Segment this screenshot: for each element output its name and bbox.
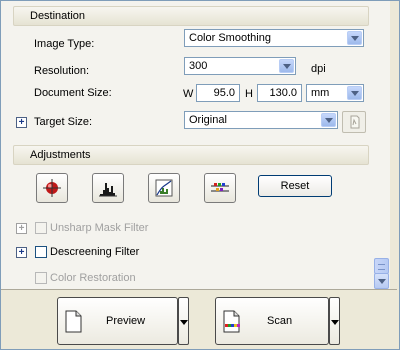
resolution-unit: dpi [311, 63, 326, 75]
unit-select[interactable]: mm [306, 84, 364, 102]
adjustments-header-label: Adjustments [30, 149, 91, 161]
scan-dropdown-button[interactable] [329, 297, 340, 345]
color-palette-icon [211, 183, 229, 192]
auto-exposure-icon [43, 179, 61, 197]
color-restoration-checkbox[interactable] [35, 272, 47, 284]
resolution-select[interactable]: 300 [184, 57, 296, 75]
target-size-select[interactable]: Original [184, 111, 338, 129]
descreening-checkbox[interactable] [35, 246, 47, 258]
image-type-value: Color Smoothing [189, 32, 271, 44]
resolution-label: Resolution: [34, 65, 90, 77]
scan-label: Scan [267, 315, 293, 327]
preview-label: Preview [106, 315, 146, 327]
expand-descreening-button[interactable]: + [16, 247, 27, 258]
document-icon [65, 310, 82, 333]
target-size-label: Target Size: [34, 116, 93, 128]
chevron-down-icon [279, 59, 294, 73]
orientation-icon [350, 115, 360, 129]
orientation-button[interactable] [342, 111, 366, 133]
image-type-select[interactable]: Color Smoothing [184, 29, 364, 47]
document-size-label: Document Size: [34, 87, 112, 99]
tone-curve-icon [155, 179, 173, 197]
chevron-down-icon [347, 86, 362, 100]
reset-button[interactable]: Reset [258, 175, 332, 197]
color-palette-button[interactable] [204, 173, 236, 203]
expand-unsharp-mask-button[interactable]: + [16, 223, 27, 234]
descreening-label: Descreening Filter [50, 246, 140, 258]
destination-header[interactable]: Destination [13, 6, 369, 26]
histogram-adjustment-button[interactable] [92, 173, 124, 203]
tone-correction-button[interactable] [148, 173, 180, 203]
width-label: W [183, 88, 194, 100]
preview-button[interactable]: Preview [57, 297, 178, 345]
chevron-down-icon [321, 113, 336, 127]
unit-value: mm [311, 87, 330, 99]
expand-target-size-button[interactable]: + [16, 117, 27, 128]
height-label: H [245, 88, 253, 100]
resolution-value: 300 [189, 60, 208, 72]
histogram-icon [99, 183, 117, 197]
height-input[interactable]: 130.0 [257, 84, 302, 102]
destination-header-label: Destination [30, 10, 86, 22]
scrollbar-thumb[interactable] [374, 258, 389, 274]
width-input[interactable]: 95.0 [196, 84, 240, 102]
chevron-down-icon [347, 31, 362, 45]
settings-panel: Destination Image Type: Color Smoothing … [1, 1, 373, 289]
scroll-down-button[interactable] [374, 273, 389, 289]
auto-exposure-button[interactable] [36, 173, 68, 203]
adjustments-header[interactable]: Adjustments [13, 145, 369, 165]
image-type-label: Image Type: [34, 38, 95, 50]
unsharp-mask-label: Unsharp Mask Filter [50, 222, 149, 234]
color-restoration-label: Color Restoration [50, 272, 136, 284]
vertical-scrollbar[interactable] [373, 1, 390, 289]
target-size-value: Original [189, 114, 227, 126]
unsharp-mask-checkbox[interactable] [35, 222, 47, 234]
scan-document-icon [223, 310, 240, 333]
preview-dropdown-button[interactable] [178, 297, 189, 345]
scan-button[interactable]: Scan [215, 297, 329, 345]
